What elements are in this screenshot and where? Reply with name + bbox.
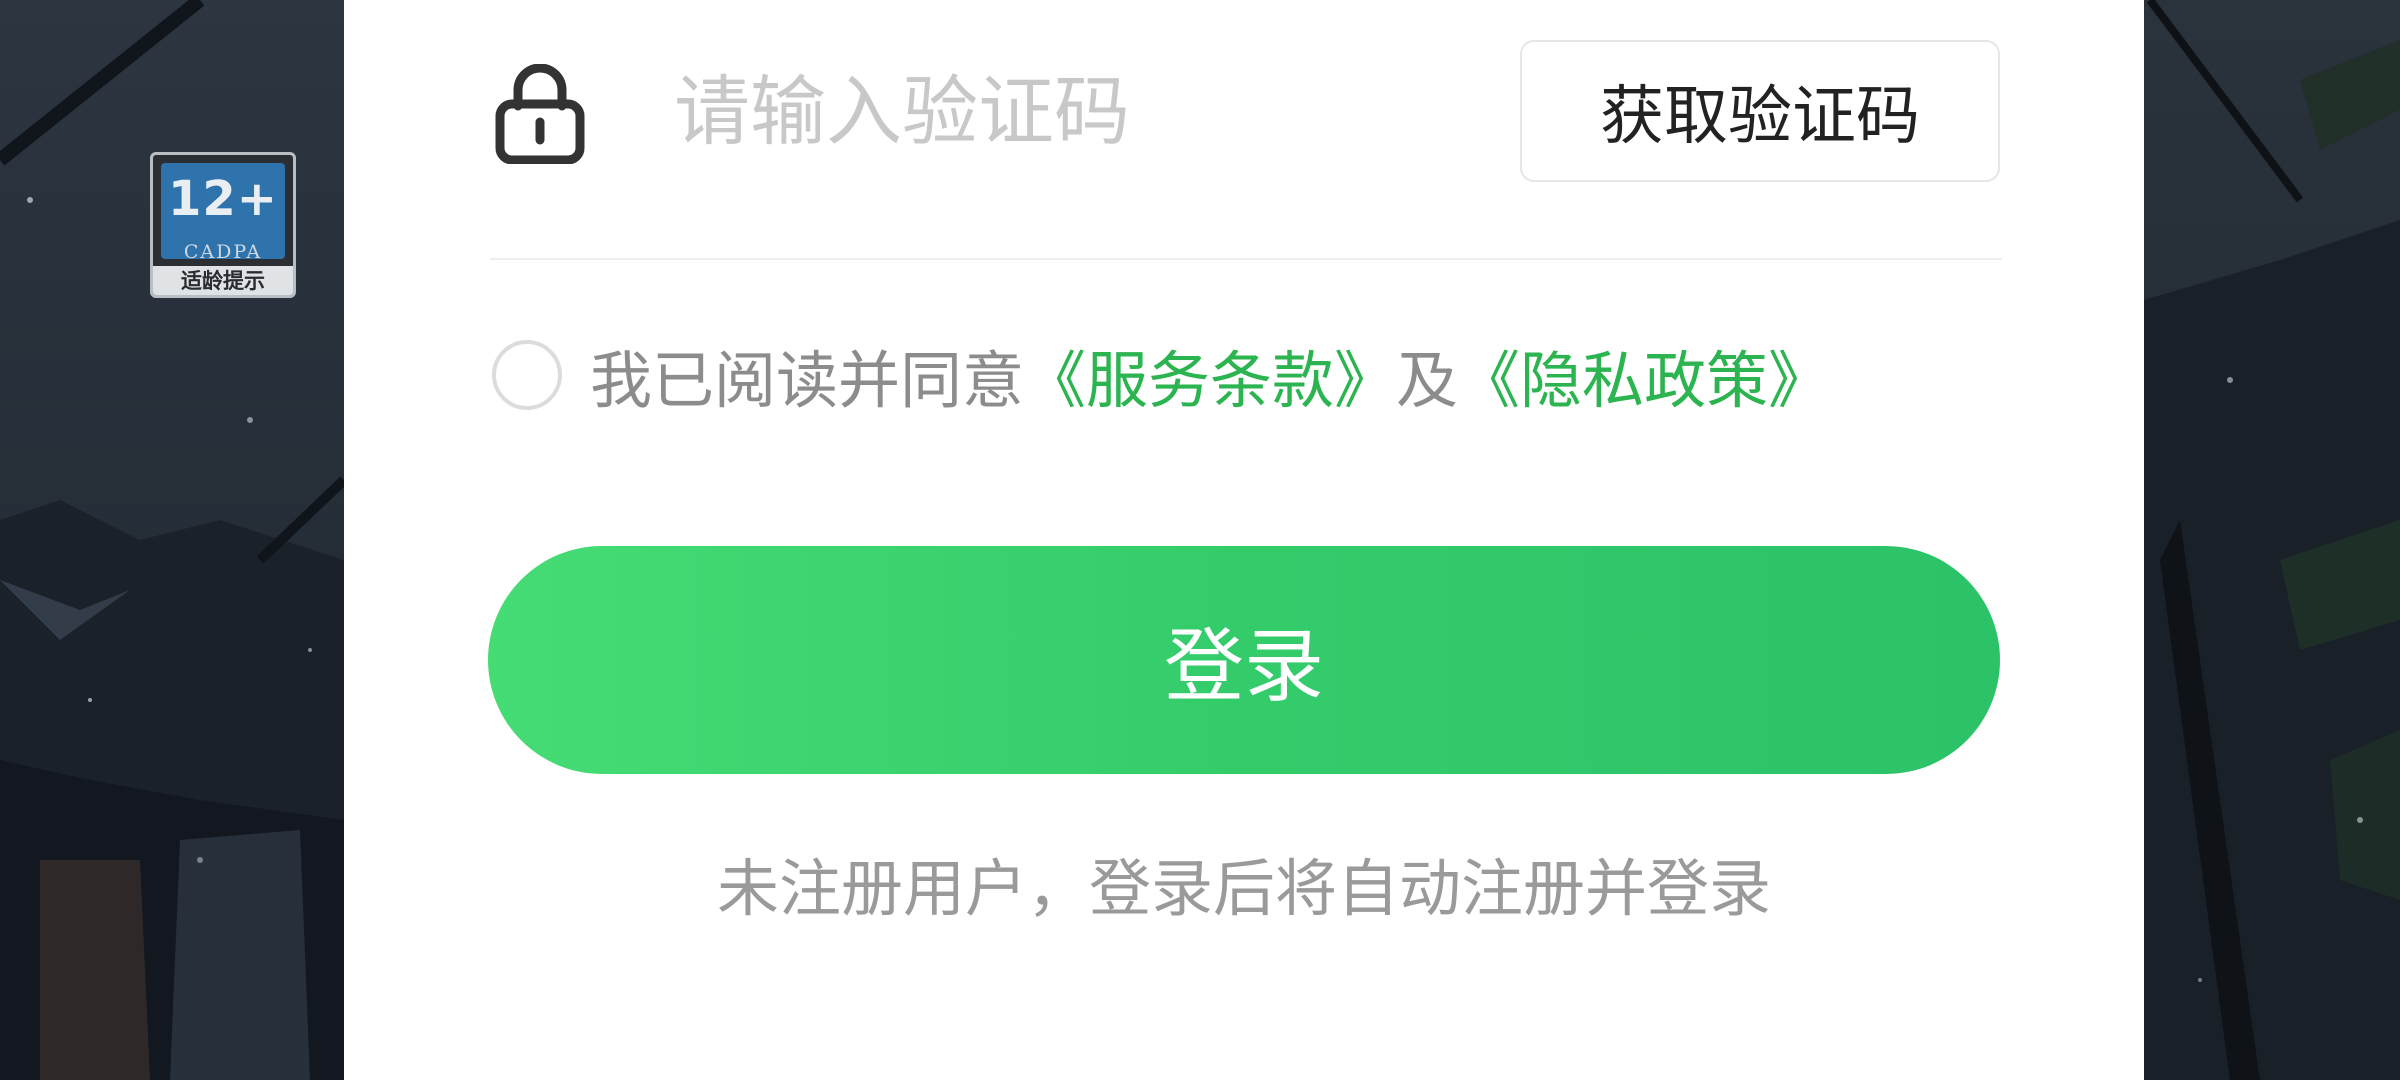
agreement-prefix: 我已阅读并同意 xyxy=(590,344,1025,417)
verification-code-row: 获取验证码 xyxy=(490,0,2002,260)
verification-code-input[interactable] xyxy=(674,56,1474,166)
get-code-button[interactable]: 获取验证码 xyxy=(1520,40,2000,182)
lock-icon xyxy=(495,64,585,164)
age-rating-badge: 12+ CADPA 适龄提示 xyxy=(150,152,296,298)
terms-of-service-link[interactable]: 《服务条款》 xyxy=(1024,330,1396,420)
privacy-policy-link[interactable]: 《隐私政策》 xyxy=(1458,330,1830,420)
age-rating-tip: 适龄提示 xyxy=(153,266,293,295)
radio-unchecked-icon[interactable] xyxy=(492,340,562,410)
agreement-row: 我已阅读并同意 《服务条款》 及 《隐私政策》 xyxy=(492,330,2052,420)
agreement-connector: 及 xyxy=(1396,344,1459,417)
login-button[interactable]: 登录 xyxy=(488,546,2000,774)
age-rating-number: 12+ xyxy=(167,171,278,227)
app-screen: 12+ CADPA 适龄提示 获取验证码 我已阅读并同意 《服务条款》 及 《隐… xyxy=(0,0,2400,1080)
login-panel: 获取验证码 我已阅读并同意 《服务条款》 及 《隐私政策》 登录 未注册用户，登… xyxy=(344,0,2144,1080)
age-rating-org: CADPA xyxy=(183,241,263,263)
auto-register-hint: 未注册用户，登录后将自动注册并登录 xyxy=(716,852,1771,925)
